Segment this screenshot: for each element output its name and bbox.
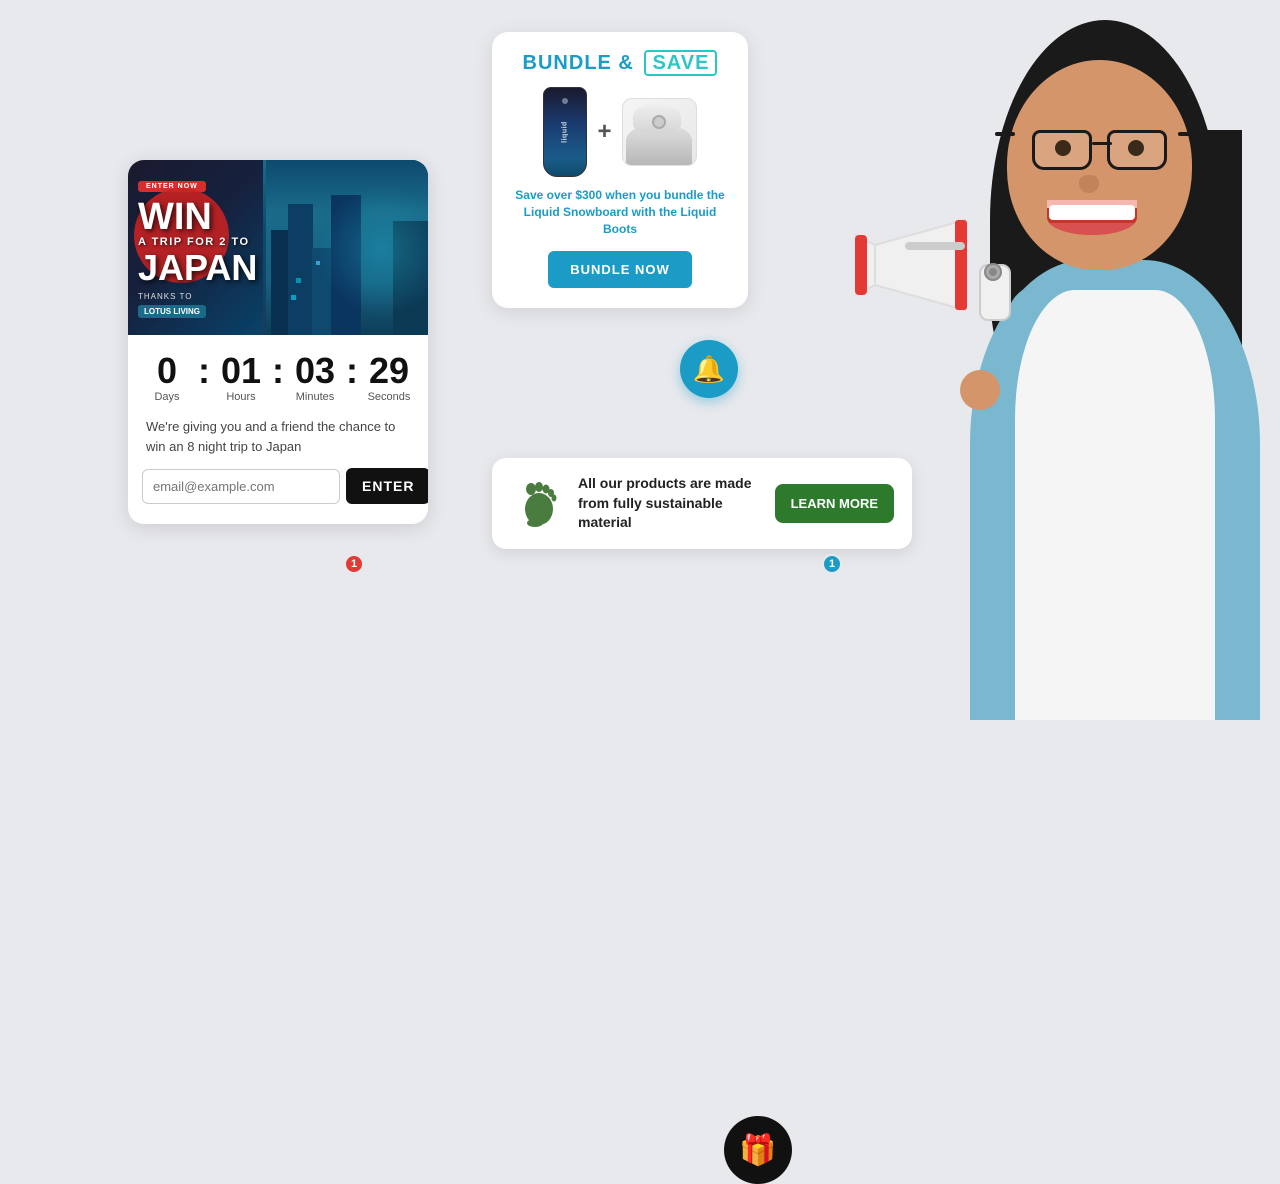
woman-illustration <box>840 0 1280 720</box>
brand-text: LOTUS LIVING <box>138 305 206 318</box>
win-text: WIN <box>138 198 257 236</box>
glasses-arm-left <box>995 132 1015 136</box>
minutes-label: Minutes <box>286 391 344 403</box>
thanks-text: THANKS TO <box>138 292 257 301</box>
bell-icon: 🔔 <box>693 354 725 385</box>
gift-icon: 🎁 <box>739 1133 776 1168</box>
boot-product <box>622 98 697 166</box>
bundle-title-part1: BUNDLE & <box>523 52 634 74</box>
minutes-unit: 03 Minutes <box>286 353 344 403</box>
japan-card-image: ENTER NOW WIN A TRIP FOR 2 TO JAPAN THAN… <box>128 160 428 335</box>
bundle-title-save: SAVE <box>644 50 717 76</box>
pupil-right <box>1128 140 1144 156</box>
sep-3: : <box>344 353 360 389</box>
seconds-unit: 29 Seconds <box>360 353 418 403</box>
countdown-row: 0 Days : 01 Hours : 03 Minutes : 29 Seco… <box>128 335 428 411</box>
japan-text: JAPAN <box>138 248 257 288</box>
bundle-products: liquid + <box>510 87 730 177</box>
japan-description: We're giving you and a friend the chance… <box>128 411 428 468</box>
seconds-label: Seconds <box>360 391 418 403</box>
japan-entry-form: ENTER <box>128 468 428 504</box>
sep-1: : <box>196 353 212 389</box>
footprint-icon-wrap <box>510 476 564 530</box>
nose <box>1079 175 1099 193</box>
shirt <box>1015 290 1215 720</box>
megaphone-svg <box>855 200 1035 350</box>
pupil-left <box>1055 140 1071 156</box>
hours-number: 01 <box>212 353 270 389</box>
gift-bubble[interactable]: 🎁 <box>724 1116 792 1184</box>
gift-badge: 1 <box>344 554 364 574</box>
hand-left <box>960 370 1000 410</box>
sep-2: : <box>270 353 286 389</box>
bundle-button[interactable]: BUNDLE NOW <box>548 251 692 288</box>
days-unit: 0 Days <box>138 353 196 403</box>
email-badge: 1 <box>822 554 842 574</box>
snowboard-product: liquid <box>543 87 587 177</box>
bundle-title: BUNDLE & SAVE <box>510 52 730 75</box>
minutes-number: 03 <box>286 353 344 389</box>
email-input[interactable] <box>142 469 340 504</box>
days-label: Days <box>138 391 196 403</box>
footprint-icon <box>513 479 561 527</box>
glasses-bridge <box>1092 142 1112 145</box>
seconds-number: 29 <box>360 353 418 389</box>
enter-button[interactable]: ENTER <box>346 468 428 504</box>
sustainable-text: All our products are made from fully sus… <box>578 474 761 533</box>
bundle-description: Save over $300 when you bundle the Liqui… <box>510 187 730 237</box>
japan-win-card: ENTER NOW WIN A TRIP FOR 2 TO JAPAN THAN… <box>128 160 428 524</box>
hours-label: Hours <box>212 391 270 403</box>
city-illustration <box>266 160 428 335</box>
glasses-arm-right <box>1178 132 1198 136</box>
hours-unit: 01 Hours <box>212 353 270 403</box>
bell-notification-bubble[interactable]: 🔔 <box>680 340 738 398</box>
plus-sign: + <box>597 118 611 146</box>
days-number: 0 <box>138 353 196 389</box>
bundle-card: BUNDLE & SAVE liquid + Save over $300 wh… <box>492 32 748 308</box>
teeth <box>1049 205 1135 220</box>
